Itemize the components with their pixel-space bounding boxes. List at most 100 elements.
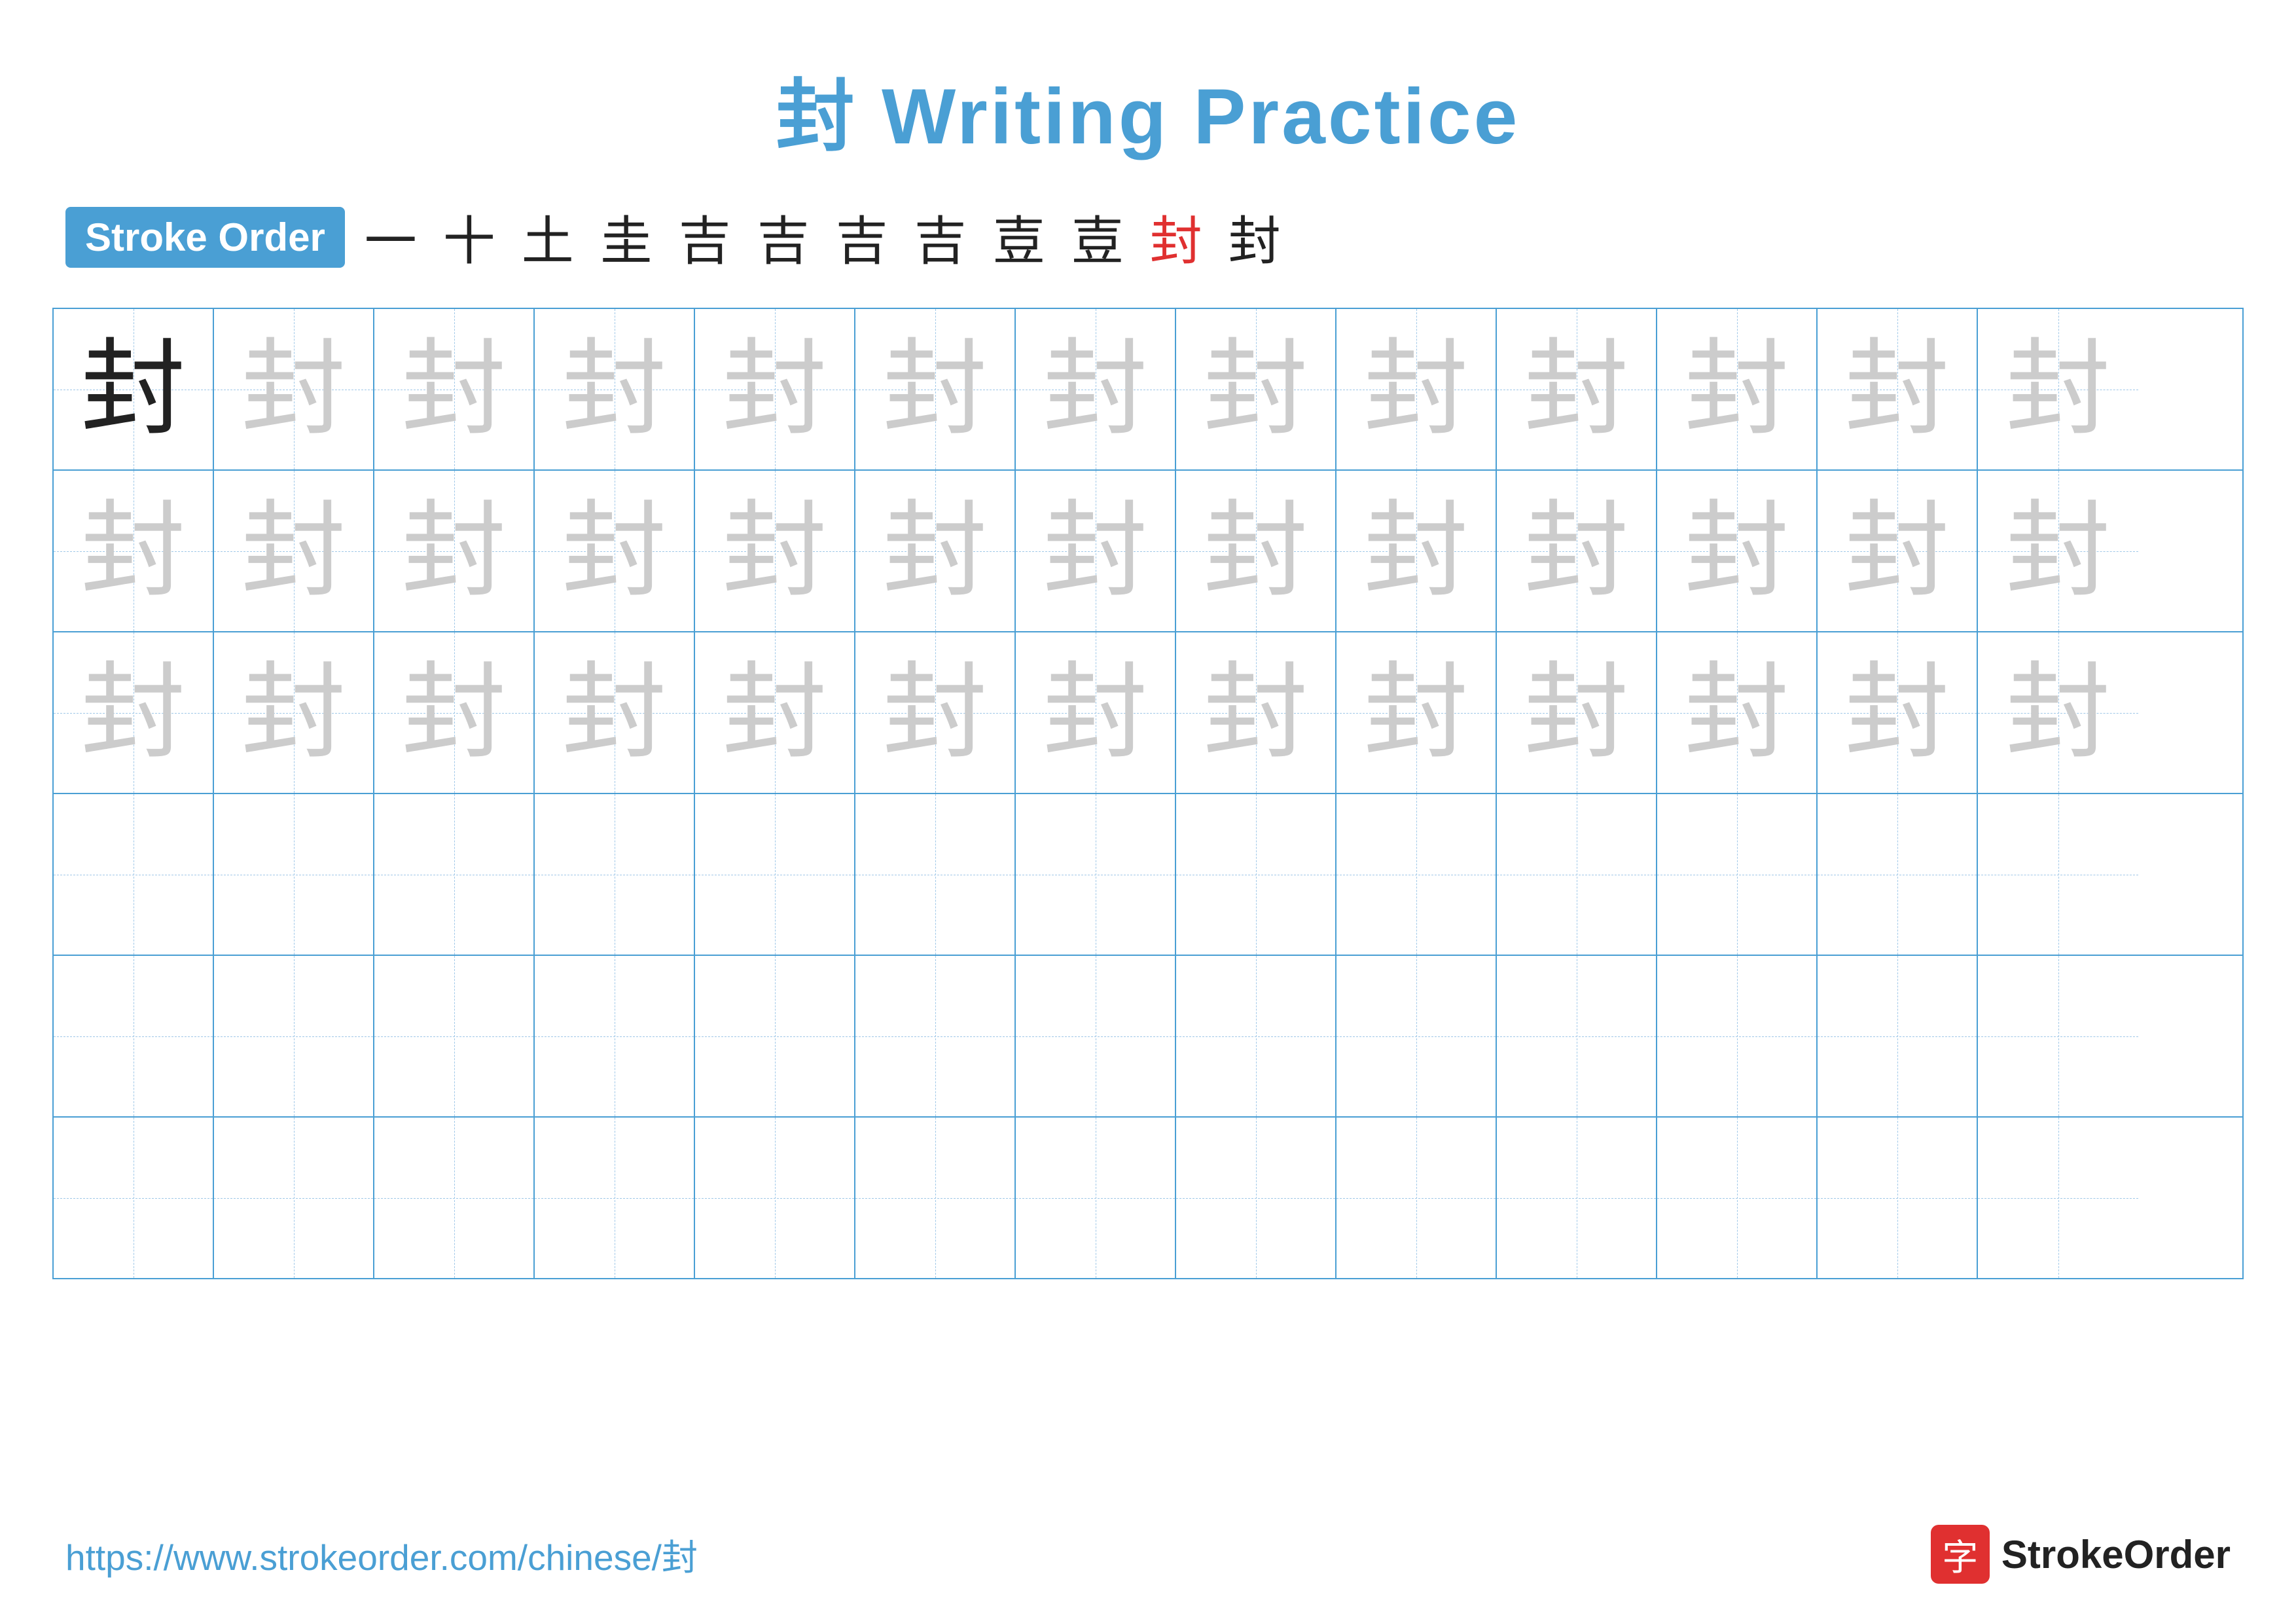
grid-cell[interactable]: 封 (1657, 471, 1818, 631)
grid-cell[interactable]: 封 (1978, 309, 2138, 469)
logo-name: StrokeOrder (2001, 1532, 2231, 1577)
grid-cell[interactable]: 封 (1978, 471, 2138, 631)
grid-cell[interactable]: 封 (54, 632, 214, 793)
grid-cell[interactable]: 封 (1176, 632, 1336, 793)
grid-cell[interactable]: 封 (1818, 471, 1978, 631)
grid-cell[interactable]: 封 (54, 471, 214, 631)
grid-cell[interactable] (1176, 794, 1336, 955)
grid-cell[interactable]: 封 (535, 632, 695, 793)
grid-cell[interactable] (1176, 1118, 1336, 1278)
grid-cell[interactable]: 封 (855, 632, 1016, 793)
cell-character: 封 (1203, 661, 1308, 765)
grid-cell[interactable] (214, 794, 374, 955)
grid-cell[interactable]: 封 (1818, 632, 1978, 793)
grid-cell[interactable] (1818, 794, 1978, 955)
grid-cell[interactable] (374, 794, 535, 955)
grid-cell[interactable] (1016, 1118, 1176, 1278)
grid-cell[interactable]: 封 (1978, 632, 2138, 793)
grid-cell[interactable]: 封 (214, 309, 374, 469)
grid-row (54, 1118, 2242, 1278)
cell-character: 封 (401, 499, 506, 604)
grid-cell[interactable] (1978, 794, 2138, 955)
grid-cell[interactable] (855, 1118, 1016, 1278)
grid-cell[interactable] (1978, 956, 2138, 1116)
grid-cell[interactable]: 封 (1818, 309, 1978, 469)
grid-cell[interactable] (855, 794, 1016, 955)
cell-character: 封 (2005, 337, 2110, 442)
cell-character: 封 (882, 337, 987, 442)
grid-cell[interactable] (1336, 794, 1497, 955)
stroke-step: 十 (443, 199, 495, 275)
cell-character: 封 (401, 661, 506, 765)
stroke-order-row: Stroke Order 一十土圭吉吉吉吉壴壴封封 (0, 166, 2296, 295)
grid-cell[interactable] (1016, 794, 1176, 955)
cell-character: 封 (1363, 499, 1468, 604)
grid-cell[interactable]: 封 (1336, 471, 1497, 631)
grid-cell[interactable]: 封 (1336, 309, 1497, 469)
cell-character: 封 (722, 499, 827, 604)
grid-cell[interactable] (855, 956, 1016, 1116)
grid-cell[interactable] (54, 956, 214, 1116)
grid-cell[interactable] (1978, 1118, 2138, 1278)
cell-character: 封 (2005, 661, 2110, 765)
grid-cell[interactable]: 封 (695, 632, 855, 793)
grid-cell[interactable]: 封 (1016, 632, 1176, 793)
grid-cell[interactable] (1657, 794, 1818, 955)
grid-cell[interactable]: 封 (535, 471, 695, 631)
grid-cell[interactable] (54, 1118, 214, 1278)
grid-cell[interactable] (1657, 956, 1818, 1116)
grid-cell[interactable] (1016, 956, 1176, 1116)
grid-cell[interactable]: 封 (695, 309, 855, 469)
cell-character: 封 (1524, 499, 1628, 604)
footer: https://www.strokeorder.com/chinese/封 字 … (65, 1525, 2231, 1584)
grid-cell[interactable]: 封 (54, 309, 214, 469)
grid-cell[interactable]: 封 (214, 632, 374, 793)
cell-character: 封 (81, 661, 185, 765)
stroke-step: 一 (365, 199, 417, 275)
grid-cell[interactable] (1657, 1118, 1818, 1278)
grid-cell[interactable] (1497, 1118, 1657, 1278)
grid-cell[interactable] (535, 794, 695, 955)
grid-cell[interactable] (1818, 1118, 1978, 1278)
grid-cell[interactable]: 封 (1657, 309, 1818, 469)
grid-cell[interactable]: 封 (1336, 632, 1497, 793)
grid-cell[interactable]: 封 (1497, 309, 1657, 469)
grid-cell[interactable] (695, 794, 855, 955)
grid-cell[interactable]: 封 (374, 309, 535, 469)
stroke-steps-container: 一十土圭吉吉吉吉壴壴封封 (365, 199, 1281, 275)
grid-cell[interactable] (54, 794, 214, 955)
grid-cell[interactable] (374, 956, 535, 1116)
grid-cell[interactable] (374, 1118, 535, 1278)
grid-cell[interactable]: 封 (1657, 632, 1818, 793)
grid-cell[interactable] (214, 1118, 374, 1278)
grid-cell[interactable] (535, 1118, 695, 1278)
cell-character: 封 (401, 337, 506, 442)
grid-cell[interactable]: 封 (1497, 632, 1657, 793)
grid-cell[interactable] (535, 956, 695, 1116)
cell-character: 封 (241, 337, 346, 442)
grid-cell[interactable] (214, 956, 374, 1116)
grid-cell[interactable] (1176, 956, 1336, 1116)
cell-character: 封 (241, 661, 346, 765)
grid-cell[interactable]: 封 (535, 309, 695, 469)
grid-cell[interactable] (1818, 956, 1978, 1116)
grid-cell[interactable]: 封 (1016, 471, 1176, 631)
grid-cell[interactable]: 封 (214, 471, 374, 631)
grid-cell[interactable] (1336, 1118, 1497, 1278)
grid-cell[interactable]: 封 (1176, 471, 1336, 631)
grid-cell[interactable] (1497, 956, 1657, 1116)
grid-cell[interactable] (695, 956, 855, 1116)
cell-character: 封 (1203, 337, 1308, 442)
grid-cell[interactable]: 封 (1016, 309, 1176, 469)
grid-cell[interactable]: 封 (695, 471, 855, 631)
cell-character: 封 (241, 499, 346, 604)
grid-cell[interactable]: 封 (374, 471, 535, 631)
grid-cell[interactable] (1497, 794, 1657, 955)
grid-cell[interactable]: 封 (855, 471, 1016, 631)
grid-cell[interactable]: 封 (1497, 471, 1657, 631)
grid-cell[interactable] (1336, 956, 1497, 1116)
grid-cell[interactable] (695, 1118, 855, 1278)
grid-cell[interactable]: 封 (374, 632, 535, 793)
grid-cell[interactable]: 封 (1176, 309, 1336, 469)
grid-cell[interactable]: 封 (855, 309, 1016, 469)
